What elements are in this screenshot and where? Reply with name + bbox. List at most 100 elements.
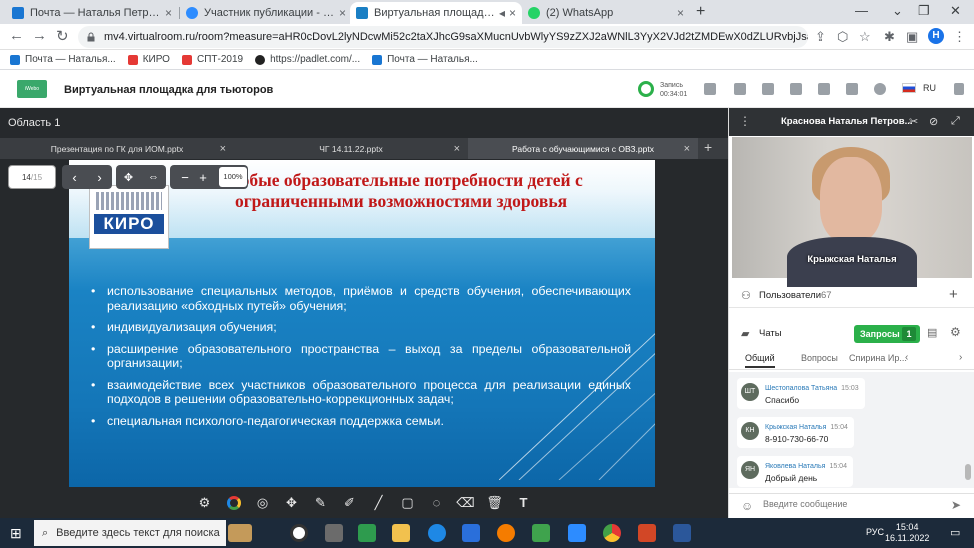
chevron-down-icon[interactable]: ⌄: [892, 3, 903, 19]
reload-icon[interactable]: ↻: [56, 27, 69, 45]
chevron-right-icon[interactable]: ›: [959, 352, 962, 363]
chrome-icon[interactable]: [603, 524, 621, 542]
folder-icon[interactable]: [392, 524, 410, 542]
browser-tab-mail[interactable]: Почта — Наталья Петровна Кр ×: [6, 2, 178, 24]
word-icon[interactable]: [673, 524, 691, 542]
menu-icon[interactable]: [954, 83, 964, 95]
powerpoint-icon[interactable]: [638, 524, 656, 542]
users-icon[interactable]: [818, 83, 830, 95]
back-icon[interactable]: ←: [9, 27, 24, 44]
eraser-icon[interactable]: ⌫: [456, 493, 476, 513]
add-document-button[interactable]: +: [704, 139, 712, 155]
chat-list-icon[interactable]: ▤: [927, 326, 937, 339]
browser-tab-zoom[interactable]: Участник публикации - Zoom ×: [180, 2, 352, 24]
extensions-icon[interactable]: ⬡: [837, 29, 848, 45]
tab-questions[interactable]: Вопросы: [801, 353, 838, 363]
gear-icon[interactable]: [874, 83, 886, 95]
scrollbar-thumb[interactable]: [965, 464, 971, 480]
move-icon[interactable]: ✥: [116, 171, 141, 184]
windows-start-icon[interactable]: ⊞: [10, 525, 22, 542]
fit-width-icon[interactable]: ⇔: [141, 171, 166, 183]
more-menu-icon[interactable]: ⋮: [953, 29, 966, 45]
pen-icon[interactable]: ✎: [311, 493, 331, 513]
shape-icon[interactable]: ◌: [427, 493, 447, 513]
mic-off-icon[interactable]: ✂: [909, 115, 918, 128]
gear-icon[interactable]: ⚙: [950, 325, 961, 339]
doc-tab-1[interactable]: Презентация по ГК для ИОМ.pptx ×: [0, 138, 234, 159]
close-icon[interactable]: ×: [454, 143, 460, 155]
page-indicator[interactable]: 14/15: [8, 165, 56, 189]
message-input[interactable]: [763, 499, 923, 509]
line-icon[interactable]: ╱: [369, 493, 389, 513]
app-icon[interactable]: [358, 524, 376, 542]
tab-private[interactable]: Спирина Ир...: [849, 353, 907, 363]
folder-icon[interactable]: [790, 83, 802, 95]
close-icon[interactable]: ×: [684, 143, 690, 155]
rect-icon[interactable]: ▢: [398, 493, 418, 513]
puzzle-icon[interactable]: ✱: [884, 29, 895, 45]
doc-tab-3[interactable]: Работа с обучающимися с ОВЗ.pptx ×: [468, 138, 698, 159]
more-menu-icon[interactable]: ⋮: [739, 114, 751, 128]
zoom-in-icon[interactable]: +: [194, 170, 212, 185]
close-icon[interactable]: ×: [220, 143, 226, 155]
prev-page-icon[interactable]: ‹: [62, 170, 87, 185]
chevron-left-icon[interactable]: ‹: [905, 352, 908, 363]
share-icon[interactable]: ⇪: [815, 29, 826, 45]
requests-button[interactable]: Запросы 1: [854, 325, 920, 343]
notification-icon[interactable]: ▭: [950, 526, 960, 539]
apps-grid-icon[interactable]: [704, 83, 716, 95]
app-icon[interactable]: [532, 524, 550, 542]
settings-icon[interactable]: ⚙: [195, 493, 215, 513]
forward-icon[interactable]: →: [32, 27, 47, 44]
zoom-icon[interactable]: [568, 524, 586, 542]
edge-icon[interactable]: [428, 524, 446, 542]
russia-flag-icon[interactable]: [902, 83, 916, 93]
input-language[interactable]: РУС: [866, 527, 884, 537]
minimize-icon[interactable]: —: [855, 3, 868, 18]
profile-avatar[interactable]: H: [928, 28, 944, 44]
marker-icon[interactable]: ✐: [340, 493, 360, 513]
language-selector[interactable]: RU: [923, 83, 936, 93]
screen-share-icon[interactable]: [734, 83, 746, 95]
taskbar-search[interactable]: ⌕ Введите здесь текст для поиска: [34, 520, 226, 546]
browser-tab-whatsapp[interactable]: (2) WhatsApp ×: [522, 2, 690, 24]
record-icon[interactable]: [638, 81, 654, 97]
tab-general[interactable]: Общий: [745, 353, 775, 368]
bookmark-spt[interactable]: СПТ-2019: [181, 54, 243, 65]
close-window-icon[interactable]: ✕: [950, 3, 961, 19]
zoom-level[interactable]: 100%: [219, 167, 247, 187]
close-icon[interactable]: ×: [509, 6, 516, 20]
system-clock[interactable]: 15:04 16.11.2022: [885, 522, 929, 544]
bookmark-kiro[interactable]: КИРО: [127, 54, 170, 65]
file-explorer-icon[interactable]: [325, 524, 343, 542]
task-view-icon[interactable]: [290, 524, 308, 542]
bookmark-star-icon[interactable]: ☆: [859, 29, 871, 45]
browser-tab-virtualroom[interactable]: Виртуальная площадка для ◂ ×: [350, 2, 522, 24]
move-icon[interactable]: ✥: [282, 493, 302, 513]
sidepanel-icon[interactable]: ▣: [906, 29, 918, 45]
next-page-icon[interactable]: ›: [87, 170, 112, 185]
restore-icon[interactable]: ❐: [918, 3, 930, 19]
text-icon[interactable]: T: [514, 493, 534, 513]
trash-icon[interactable]: 🗑: [485, 493, 505, 513]
address-bar[interactable]: mv4.virtualroom.ru/room?measure=aHR0cDov…: [78, 26, 808, 48]
news-widget-icon[interactable]: [228, 524, 252, 542]
users-section[interactable]: ⚇ Пользователи 67 +: [729, 284, 974, 308]
expand-icon[interactable]: ⤢: [951, 115, 960, 128]
bookmark-mail[interactable]: Почта — Наталья...: [10, 54, 116, 65]
close-icon[interactable]: ×: [677, 6, 684, 20]
close-icon[interactable]: ×: [165, 6, 172, 20]
new-tab-button[interactable]: +: [696, 3, 705, 21]
mail-icon[interactable]: [462, 524, 480, 542]
bookmark-padlet[interactable]: https://padlet.com/...: [255, 54, 360, 65]
doc-tab-2[interactable]: ЧГ 14.11.22.pptx ×: [234, 138, 468, 159]
close-icon[interactable]: ×: [339, 6, 346, 20]
video-feed[interactable]: Крыжская Наталья: [732, 137, 972, 287]
add-user-button[interactable]: +: [949, 286, 958, 303]
zoom-out-icon[interactable]: −: [176, 170, 194, 185]
sound-icon[interactable]: [846, 83, 858, 95]
lasso-icon[interactable]: ◎: [253, 493, 273, 513]
document-icon[interactable]: [762, 83, 774, 95]
color-icon[interactable]: [224, 493, 244, 513]
bookmark-mail-2[interactable]: Почта — Наталья...: [372, 54, 478, 65]
